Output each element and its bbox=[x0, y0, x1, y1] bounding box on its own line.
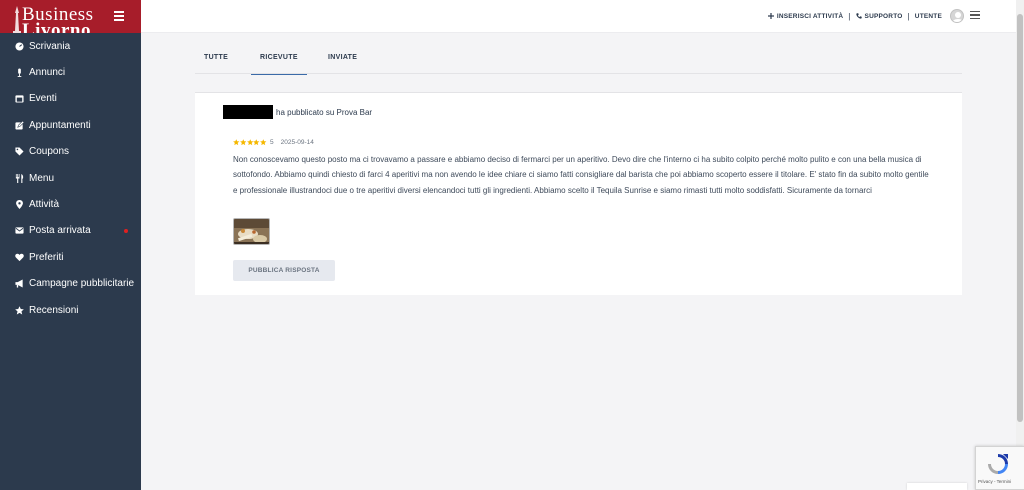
top-links: INSERISCI ATTIVITÀ | SUPPORTO | UTENTE bbox=[767, 9, 980, 23]
sidebar-toggle-icon[interactable] bbox=[114, 11, 124, 21]
recaptcha-badge[interactable]: Privacy - Termini bbox=[975, 446, 1024, 490]
recaptcha-icon bbox=[988, 454, 1008, 474]
brand-header: Business Livorno bbox=[0, 0, 141, 33]
star-icon bbox=[14, 305, 24, 315]
sidebar: Business Livorno Scrivania Annunci Event… bbox=[0, 0, 141, 490]
sidebar-item-preferiti[interactable]: Preferiti bbox=[0, 244, 141, 270]
review-card: ha pubblicato su Prova Bar 5 2025-09-14 … bbox=[195, 92, 962, 295]
tab-inviate[interactable]: INVIATE bbox=[328, 40, 357, 74]
review-photo-thumbnail[interactable] bbox=[233, 218, 270, 245]
star-icon bbox=[260, 139, 267, 146]
edit-icon bbox=[14, 120, 24, 130]
review-published-text: ha pubblicato su Prova Bar bbox=[276, 107, 373, 117]
calendar-icon bbox=[14, 94, 24, 104]
star-icon bbox=[239, 139, 247, 146]
user-label: UTENTE bbox=[914, 12, 942, 20]
page-scrollbar[interactable] bbox=[1016, 0, 1024, 490]
sidebar-item-label: Posta arrivata bbox=[29, 225, 91, 237]
publish-reply-button[interactable]: PUBBLICA RISPOSTA bbox=[233, 260, 335, 281]
lighthouse-icon bbox=[13, 6, 21, 33]
unread-badge bbox=[124, 228, 128, 233]
user-menu-link[interactable]: UTENTE bbox=[915, 13, 942, 20]
tab-tutte[interactable]: TUTTE bbox=[204, 40, 228, 74]
star-icon bbox=[253, 139, 260, 146]
heart-icon bbox=[14, 252, 24, 262]
star-icon bbox=[246, 139, 253, 146]
sidebar-item-label: Menu bbox=[29, 172, 55, 184]
review-meta: 5 2025-09-14 bbox=[233, 139, 314, 146]
envelope-icon bbox=[14, 226, 24, 236]
sidebar-item-label: Scrivania bbox=[29, 40, 71, 52]
scrollbar-thumb[interactable] bbox=[1017, 14, 1023, 422]
separator: | bbox=[848, 11, 851, 21]
recaptcha-links[interactable]: Privacy - Termini bbox=[978, 479, 1011, 484]
sidebar-item-label: Coupons bbox=[29, 146, 70, 158]
tab-ricevute[interactable]: RICEVUTE bbox=[251, 40, 307, 75]
sidebar-item-menu[interactable]: Menu bbox=[0, 165, 141, 191]
review-author-row: ha pubblicato su Prova Bar bbox=[223, 105, 372, 119]
sidebar-item-label: Attività bbox=[29, 199, 60, 211]
sidebar-item-posta-arrivata[interactable]: Posta arrivata bbox=[0, 218, 141, 244]
top-bar: INSERISCI ATTIVITÀ | SUPPORTO | UTENTE bbox=[141, 0, 1016, 33]
support-label: SUPPORTO bbox=[864, 12, 903, 20]
microphone-icon bbox=[14, 68, 24, 78]
brand-logo[interactable]: Business Livorno bbox=[12, 4, 100, 33]
sidebar-item-campagne-pubblicitarie[interactable]: Campagne pubblicitarie bbox=[0, 271, 141, 297]
sidebar-item-label: Annunci bbox=[29, 67, 66, 79]
add-activity-link[interactable]: INSERISCI ATTIVITÀ bbox=[767, 12, 844, 20]
user-avatar[interactable] bbox=[950, 9, 964, 23]
phone-icon bbox=[855, 13, 862, 19]
tag-icon bbox=[14, 147, 24, 157]
support-link[interactable]: SUPPORTO bbox=[855, 12, 903, 20]
sidebar-item-label: Eventi bbox=[29, 93, 57, 105]
sidebar-item-appuntamenti[interactable]: Appuntamenti bbox=[0, 112, 141, 138]
sidebar-item-coupons[interactable]: Coupons bbox=[0, 139, 141, 165]
sidebar-item-recensioni[interactable]: Recensioni bbox=[0, 297, 141, 323]
sidebar-item-attivita[interactable]: Attività bbox=[0, 191, 141, 217]
review-date: 2025-09-14 bbox=[280, 139, 314, 146]
sidebar-item-label: Campagne pubblicitarie bbox=[29, 278, 135, 290]
redacted-author-name bbox=[223, 105, 273, 119]
rating-stars bbox=[233, 139, 267, 146]
review-tabs: TUTTE RICEVUTE INVIATE bbox=[195, 40, 962, 75]
sidebar-item-label: Recensioni bbox=[29, 304, 79, 316]
utensils-icon bbox=[14, 173, 24, 183]
separator: | bbox=[907, 11, 910, 21]
brand-name-line2: Livorno bbox=[22, 20, 91, 33]
review-text: Non conoscevamo questo posto ma ci trova… bbox=[233, 155, 929, 195]
sidebar-item-scrivania[interactable]: Scrivania bbox=[0, 33, 141, 59]
rating-value: 5 bbox=[269, 139, 274, 146]
add-activity-label: INSERISCI ATTIVITÀ bbox=[776, 12, 844, 20]
menu-icon[interactable] bbox=[970, 10, 980, 22]
sidebar-item-label: Preferiti bbox=[29, 251, 64, 263]
plus-icon bbox=[767, 13, 774, 19]
star-icon bbox=[233, 139, 240, 146]
sidebar-item-eventi[interactable]: Eventi bbox=[0, 86, 141, 112]
bottom-widget-edge bbox=[907, 483, 967, 490]
bullhorn-icon bbox=[14, 279, 24, 289]
map-pin-icon bbox=[14, 200, 24, 210]
sidebar-item-label: Appuntamenti bbox=[29, 119, 91, 131]
dashboard-icon bbox=[14, 41, 24, 51]
review-photo bbox=[234, 219, 269, 244]
sidebar-item-annunci[interactable]: Annunci bbox=[0, 59, 141, 85]
sidebar-nav: Scrivania Annunci Eventi Appuntamenti Co… bbox=[0, 33, 141, 323]
